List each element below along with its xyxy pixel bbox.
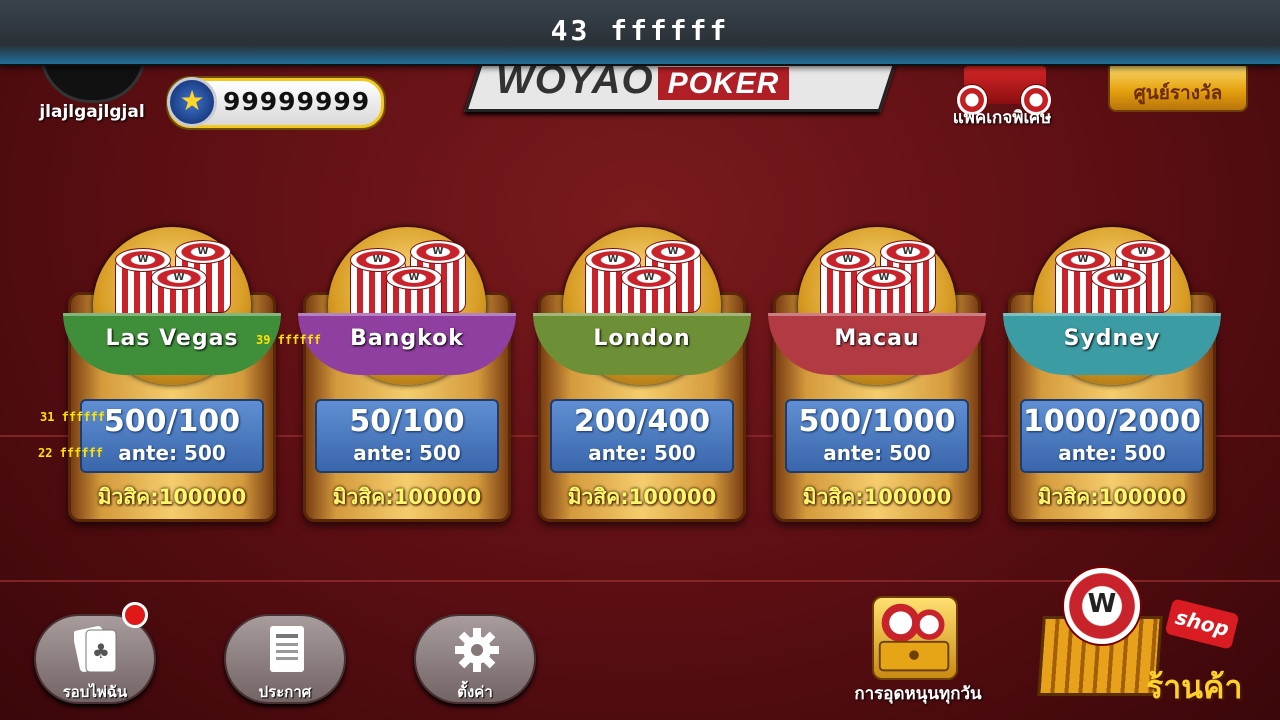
debug-label: 31 ffffff	[40, 410, 106, 424]
notification-badge	[122, 602, 148, 628]
min-buyin: มิวสิค:100000	[1037, 485, 1187, 509]
special-pack-button[interactable]	[952, 62, 1056, 116]
ante-value: ante: 500	[1058, 441, 1166, 465]
ante-value: ante: 500	[823, 441, 931, 465]
table-name: Sydney	[1003, 313, 1221, 375]
announcement-button[interactable]: ประกาศ	[224, 614, 346, 704]
ante-value: ante: 500	[588, 441, 696, 465]
table-card-macau[interactable]: W W W Macau 500/1000 ante: 500 มิวสิค:100000	[768, 227, 986, 522]
settings-label: ตั้งค่า	[457, 683, 493, 701]
hand-rank-button[interactable]: ♣ รอบไพ่ฉัน	[34, 602, 156, 704]
table-name: Las Vegas	[63, 313, 281, 375]
min-buyin: มิวสิค:100000	[97, 485, 247, 509]
shop-tag[interactable]: shop	[1164, 598, 1240, 650]
blinds-box: 50/100 ante: 500	[315, 399, 499, 473]
table-name: Macau	[768, 313, 986, 375]
blinds-box: 500/1000 ante: 500	[785, 399, 969, 473]
treasure-chest-icon	[878, 603, 950, 672]
table-name: Bangkok	[298, 313, 516, 375]
settings-button[interactable]: ตั้งค่า	[414, 614, 536, 704]
table-name: London	[533, 313, 751, 375]
blinds-box: 1000/2000 ante: 500	[1020, 399, 1204, 473]
min-buyin: มิวสิค:100000	[567, 485, 717, 509]
gear-icon	[455, 628, 499, 672]
table-card-bangkok[interactable]: W W W Bangkok 50/100 ante: 500 มิวสิค:100000	[298, 227, 516, 522]
hand-rank-label: รอบไพ่ฉัน	[62, 683, 128, 701]
debug-label: 22 ffffff	[38, 446, 104, 460]
coin-value: 99999999	[223, 87, 371, 116]
special-pack-label: แพคเกจพิเศษ	[952, 108, 1052, 128]
announcement-label: ประกาศ	[258, 683, 312, 701]
daily-bonus-label: การอุดหนุนทุกวัน	[854, 684, 982, 704]
min-buyin: มิวสิค:100000	[802, 485, 952, 509]
table-card-las-vegas[interactable]: W W W Las Vegas 500/100 ante: 500 มิวสิค:10000…	[63, 227, 281, 522]
document-icon	[270, 626, 304, 672]
blinds-value: 200/400	[573, 404, 711, 439]
table-card-london[interactable]: W W W London 200/400 ante: 500 มิวสิค:100000	[533, 227, 751, 522]
blinds-value: 500/1000	[798, 404, 956, 439]
blinds-box: 500/100 ante: 500	[80, 399, 264, 473]
blinds-box: 200/400 ante: 500	[550, 399, 734, 473]
svg-text:♣: ♣	[92, 639, 110, 663]
blinds-value: 50/100	[349, 404, 465, 439]
chip-icon: W	[1062, 566, 1142, 646]
star-coin-icon: ★	[167, 77, 217, 127]
daily-bonus-button[interactable]	[872, 596, 958, 680]
blinds-value: 1000/2000	[1023, 404, 1201, 439]
ante-value: ante: 500	[353, 441, 461, 465]
username: jlajlgajlgjal	[39, 102, 145, 122]
debug-label: 39 ffffff	[256, 333, 322, 347]
table-card-sydney[interactable]: W W W Sydney 1000/2000 ante: 500 มิวสิค:100000	[1003, 227, 1221, 522]
min-buyin: มิวสิค:100000	[332, 485, 482, 509]
reward-center-button[interactable]: ศูนย์รางวัล	[1108, 60, 1248, 112]
debug-title-bar: 43 ffffff	[0, 0, 1280, 66]
ante-value: ante: 500	[118, 441, 226, 465]
cards-icon: ♣	[74, 626, 117, 673]
shop-label[interactable]: ร้านค้า	[1146, 662, 1242, 713]
coin-balance[interactable]: ★ 99999999	[167, 77, 384, 128]
blinds-value: 500/100	[103, 404, 241, 439]
